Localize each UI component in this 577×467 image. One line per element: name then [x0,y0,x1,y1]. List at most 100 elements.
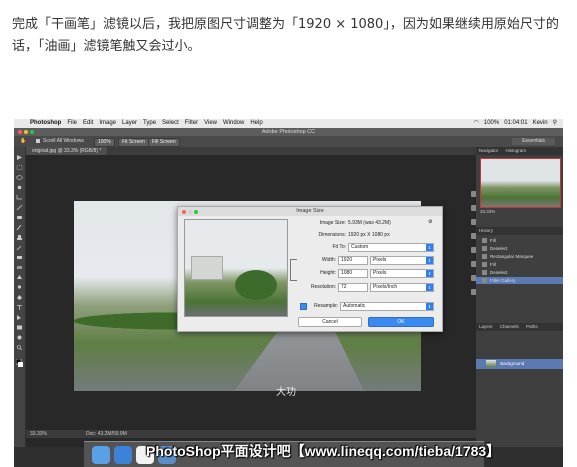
history-step-icon [482,254,487,259]
fit-to-select[interactable]: Custom ⇕ [348,243,434,252]
history-brush-tool-icon[interactable] [16,245,23,250]
eraser-tool-icon[interactable] [16,255,23,260]
crop-tool-icon[interactable] [16,195,23,200]
hand-tool-icon[interactable]: ✋ [20,136,26,147]
resolution-field[interactable]: 72 [338,283,368,292]
eyedropper-tool-icon[interactable] [16,205,23,210]
menu-filter[interactable]: Filter [185,119,198,128]
status-doc-size[interactable]: Doc: 43.2M/59.9M [86,430,127,438]
minimize-icon[interactable] [24,130,28,134]
height-field[interactable]: 1080 [338,269,368,278]
resample-value: Automatic [343,303,366,309]
hand-tool-icon[interactable] [16,335,23,340]
dialog-zoom-icon[interactable] [194,210,198,214]
zoom-100-button[interactable]: 100% [94,138,115,147]
photo-overlay-text: 大功 [276,387,296,398]
move-tool-icon[interactable] [16,155,23,160]
image-size-value: 5.93M (was 43.2M) [348,220,391,226]
dialog-gear-icon[interactable]: ⚙ [428,219,432,225]
history-item[interactable]: Deselect [476,245,563,252]
lasso-tool-icon[interactable] [16,175,23,180]
resolution-unit-select[interactable]: Pixels/Inch ⇕ [370,283,434,292]
menu-edit[interactable]: Edit [83,119,93,128]
finder-icon[interactable] [92,446,110,464]
menu-window[interactable]: Window [223,119,244,128]
menu-view[interactable]: View [204,119,217,128]
safari-icon[interactable] [114,446,132,464]
path-select-tool-icon[interactable] [16,315,23,320]
ok-button[interactable]: OK [368,317,434,327]
menu-help[interactable]: Help [250,119,262,128]
menu-layer[interactable]: Layer [122,119,137,128]
marquee-tool-icon[interactable] [16,165,23,170]
menu-items: Photoshop File Edit Image Layer Type Sel… [30,119,263,128]
pen-tool-icon[interactable] [16,295,23,300]
user-name[interactable]: Kevin [533,119,548,128]
tab-navigator[interactable]: Navigator [476,148,501,153]
zoom-tool-icon[interactable] [16,345,23,350]
dimensions-value[interactable]: 1920 px X 1080 px [348,232,390,238]
menu-file[interactable]: File [67,119,77,128]
navigator-thumbnail[interactable] [480,158,561,208]
history-step-icon [482,246,487,251]
dialog-preview[interactable] [184,219,288,317]
clock[interactable]: 01:04:01 [504,119,527,128]
fill-screen-button[interactable]: Fill Screen [148,138,180,147]
history-item-label: Fill [490,262,496,267]
height-unit-value: Pixels [373,270,387,276]
menu-type[interactable]: Type [143,119,156,128]
workspace-select[interactable]: Essentials [512,138,555,145]
width-unit-select[interactable]: Pixels ⇕ [370,256,434,265]
menu-select[interactable]: Select [162,119,179,128]
window-titlebar: Adobe Photoshop CC [14,128,563,136]
resample-label: Resample: [314,303,338,309]
dialog-close-icon[interactable] [182,210,186,214]
dialog-title: Image Size [178,207,442,216]
wifi-icon[interactable]: ◠ [474,119,479,128]
status-zoom[interactable]: 33.33% [30,430,47,438]
right-panels: Navigator Histogram 33.33% History Fill … [476,147,563,447]
mac-menubar: Photoshop File Edit Image Layer Type Sel… [14,119,563,128]
close-icon[interactable] [18,130,22,134]
scroll-all-checkbox[interactable] [36,139,40,143]
layer-row-background[interactable]: Background [476,359,563,369]
shape-tool-icon[interactable] [16,325,23,330]
battery-percent[interactable]: 100% [484,119,499,128]
history-item[interactable]: Fill [476,237,563,244]
height-label: Height: [320,270,336,276]
height-unit-select[interactable]: Pixels ⇕ [370,269,434,278]
fit-to-value: Custom [351,244,369,250]
fit-screen-button[interactable]: Fit Screen [118,138,149,147]
dodge-tool-icon[interactable] [16,285,23,290]
zoom-window-icon[interactable] [30,130,34,134]
tab-paths[interactable]: Paths [523,324,541,329]
blur-tool-icon[interactable] [16,275,23,280]
width-label: Width: [321,257,336,263]
tab-history[interactable]: History [476,228,496,233]
history-item[interactable]: Rectangular Marquee [476,253,563,260]
history-item-label: Filter Gallery [490,278,516,283]
brush-tool-icon[interactable] [16,225,23,230]
photoshop-screenshot: Photoshop File Edit Image Layer Type Sel… [14,119,563,467]
document-tab[interactable]: original.jpg @ 33.3% (RGB/8) * [26,147,108,155]
color-swatches-icon[interactable] [16,359,23,367]
cancel-button[interactable]: Cancel [298,317,362,327]
type-tool-icon[interactable] [16,305,23,310]
tab-histogram[interactable]: Histogram [503,148,530,153]
width-field[interactable]: 1920 [338,256,368,265]
history-item[interactable]: Deselect [476,269,563,276]
menu-image[interactable]: Image [99,119,116,128]
menu-app-name[interactable]: Photoshop [30,119,61,128]
clone-stamp-tool-icon[interactable] [16,235,23,240]
layer-thumbnail [486,360,496,367]
history-item-selected[interactable]: Filter Gallery [476,277,563,284]
tab-channels[interactable]: Channels [497,324,522,329]
history-item[interactable]: Fill [476,261,563,268]
navigator-zoom[interactable]: 33.33% [480,209,495,214]
quick-select-tool-icon[interactable] [16,185,23,190]
gradient-tool-icon[interactable] [16,265,23,270]
healing-brush-tool-icon[interactable] [16,215,23,220]
search-icon[interactable]: ⚲ [553,119,557,128]
resample-select[interactable]: Automatic ⇕ [340,302,434,311]
tab-layers[interactable]: Layers [476,324,496,329]
